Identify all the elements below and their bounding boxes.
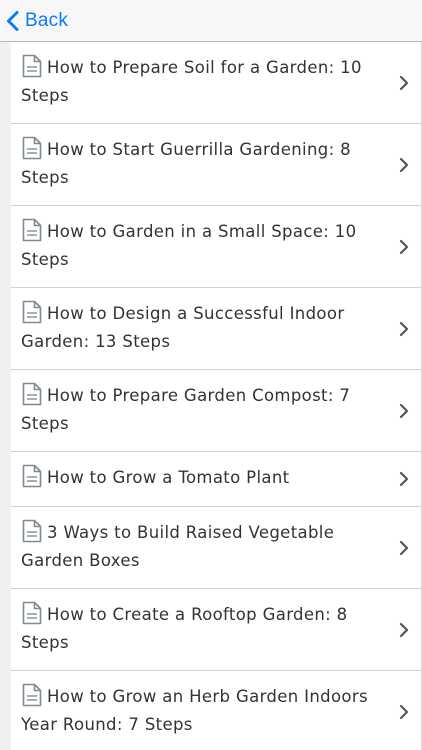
list-item-text: How to Prepare Garden Compost: 7 Steps [21, 382, 381, 438]
list-item[interactable]: How to Prepare Garden Compost: 7 Steps [11, 370, 421, 452]
list-item[interactable]: How to Create a Rooftop Garden: 8 Steps [11, 589, 421, 671]
chevron-right-icon [399, 75, 409, 90]
list-item-label: How to Prepare Soil for a Garden: 10 Ste… [21, 58, 362, 105]
document-icon [22, 218, 42, 242]
list-item-text: How to Prepare Soil for a Garden: 10 Ste… [21, 54, 381, 110]
chevron-right-icon [399, 403, 409, 418]
list-item[interactable]: How to Grow an Herb Garden Indoors Year … [11, 671, 421, 750]
list-item[interactable]: How to Start Guerrilla Gardening: 8 Step… [11, 124, 421, 206]
list-item-label: How to Design a Successful Indoor Garden… [21, 304, 345, 351]
chevron-right-icon [399, 321, 409, 336]
document-icon [22, 601, 42, 625]
list-item-text: 3 Ways to Build Raised Vegetable Garden … [21, 519, 381, 575]
document-icon [22, 683, 42, 707]
list-item-label: 3 Ways to Build Raised Vegetable Garden … [21, 523, 335, 570]
chevron-right-icon [399, 157, 409, 172]
list-item-label: How to Prepare Garden Compost: 7 Steps [21, 386, 351, 433]
list-item-text: How to Garden in a Small Space: 10 Steps [21, 218, 381, 274]
back-label: Back [25, 10, 69, 31]
list-item-text: How to Start Guerrilla Gardening: 8 Step… [21, 136, 381, 192]
list-item[interactable]: How to Design a Successful Indoor Garden… [11, 288, 421, 370]
list-item-label: How to Start Guerrilla Gardening: 8 Step… [21, 140, 351, 187]
list-item-text: How to Grow an Herb Garden Indoors Year … [21, 683, 381, 739]
list-item-label: How to Create a Rooftop Garden: 8 Steps [21, 605, 348, 652]
chevron-left-icon [7, 11, 19, 31]
list-item[interactable]: How to Prepare Soil for a Garden: 10 Ste… [11, 42, 421, 124]
list-item-text: How to Grow a Tomato Plant [21, 464, 381, 492]
document-icon [22, 519, 42, 543]
chevron-right-icon [399, 622, 409, 637]
document-icon [22, 54, 42, 78]
document-icon [22, 300, 42, 324]
document-icon [22, 464, 42, 488]
list-item[interactable]: How to Grow a Tomato Plant [11, 452, 421, 507]
list-item-label: How to Garden in a Small Space: 10 Steps [21, 222, 357, 269]
document-icon [22, 136, 42, 160]
back-button[interactable]: Back [6, 6, 68, 36]
article-list: How to Prepare Soil for a Garden: 10 Ste… [0, 42, 422, 750]
list-item-text: How to Create a Rooftop Garden: 8 Steps [21, 601, 381, 657]
chevron-right-icon [399, 239, 409, 254]
chevron-right-icon [399, 540, 409, 555]
navigation-bar: Back [0, 0, 422, 42]
chevron-right-icon [399, 704, 409, 719]
list-item-text: How to Design a Successful Indoor Garden… [21, 300, 381, 356]
list-item-label: How to Grow an Herb Garden Indoors Year … [21, 687, 368, 734]
screen: Back How to Prepare Soil for a Garden: 1… [0, 0, 422, 750]
list-item[interactable]: 3 Ways to Build Raised Vegetable Garden … [11, 507, 421, 589]
document-icon [22, 382, 42, 406]
list-item-label: How to Grow a Tomato Plant [47, 468, 290, 487]
chevron-right-icon [399, 471, 409, 487]
list-item[interactable]: How to Garden in a Small Space: 10 Steps [11, 206, 421, 288]
